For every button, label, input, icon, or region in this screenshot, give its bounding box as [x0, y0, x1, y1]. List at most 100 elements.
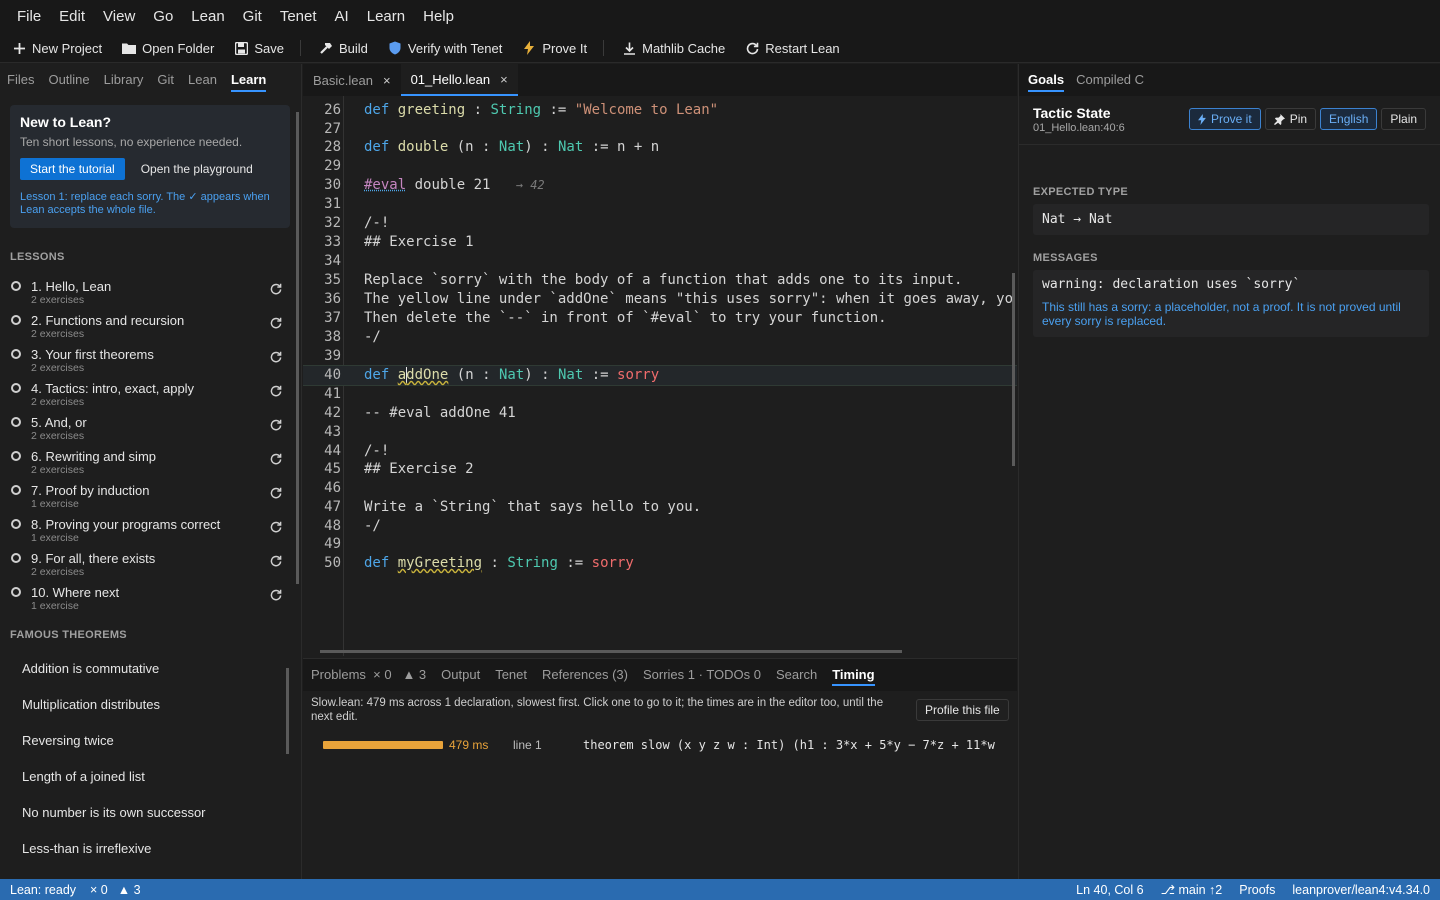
menu-git[interactable]: Git	[234, 0, 271, 34]
lesson-title: 3. Your first theorems	[31, 347, 154, 362]
tab-compiled-c[interactable]: Compiled C	[1076, 64, 1144, 96]
lesson-status-icon	[11, 451, 21, 461]
famous-theorem-item[interactable]: Multiplication distributes	[22, 697, 160, 712]
restart-lean-button[interactable]: Restart Lean	[745, 41, 840, 56]
code-line: 31	[303, 195, 1017, 214]
menu-tenet[interactable]: Tenet	[271, 0, 326, 34]
sidebar-scrollbar[interactable]	[296, 112, 299, 584]
timing-row[interactable]: 479 ms line 1 theorem slow (x y z w : In…	[323, 735, 1013, 755]
pin-button[interactable]: Pin	[1264, 108, 1317, 130]
lesson-item[interactable]: 6. Rewriting and simp 2 exercises	[0, 445, 296, 479]
verify-with-tenet-button[interactable]: Verify with Tenet	[388, 41, 502, 56]
menu-ai[interactable]: AI	[326, 0, 358, 34]
reset-icon[interactable]	[270, 385, 284, 399]
editor-tab-basic[interactable]: Basic.lean ×	[303, 64, 401, 96]
save-button[interactable]: Save	[234, 41, 284, 56]
menu-edit[interactable]: Edit	[50, 0, 94, 34]
reset-icon[interactable]	[270, 419, 284, 433]
tab-references[interactable]: References (3)	[542, 659, 628, 691]
menu-file[interactable]: File	[8, 0, 50, 34]
sidebar: Files Outline Library Git Lean Learn New…	[0, 64, 302, 879]
famous-theorem-item[interactable]: Length of a joined list	[22, 769, 145, 784]
cursor-position[interactable]: Ln 40, Col 6	[1076, 883, 1143, 897]
famous-theorem-item[interactable]: Less-than is irreflexive	[22, 841, 151, 856]
tab-git[interactable]: Git	[157, 64, 174, 96]
build-button[interactable]: Build	[319, 41, 368, 56]
menu-learn[interactable]: Learn	[358, 0, 414, 34]
editor-vertical-scrollbar[interactable]	[1012, 273, 1015, 466]
editor-tab-hello[interactable]: 01_Hello.lean ×	[400, 64, 518, 96]
lesson-item[interactable]: 5. And, or 2 exercises	[0, 411, 296, 445]
famous-theorem-item[interactable]: No number is its own successor	[22, 805, 206, 820]
git-branch[interactable]: ⎇ main ↑2	[1161, 882, 1223, 897]
menu-help[interactable]: Help	[414, 0, 463, 34]
reset-icon[interactable]	[270, 487, 284, 501]
menu-lean[interactable]: Lean	[182, 0, 233, 34]
line-number: 39	[324, 348, 341, 364]
messages-header: MESSAGES	[1033, 252, 1098, 264]
famous-theorem-item[interactable]: Reversing twice	[22, 733, 114, 748]
reset-icon[interactable]	[270, 283, 284, 297]
lesson-item[interactable]: 1. Hello, Lean 2 exercises	[0, 275, 296, 309]
tab-learn[interactable]: Learn	[230, 64, 267, 96]
reset-icon[interactable]	[270, 317, 284, 331]
lesson-item[interactable]: 4. Tactics: intro, exact, apply 2 exercis…	[0, 377, 296, 411]
prove-it-goal-button[interactable]: Prove it	[1189, 108, 1261, 130]
reset-icon[interactable]	[270, 555, 284, 569]
close-icon[interactable]: ×	[500, 72, 508, 87]
editor-horizontal-scrollbar[interactable]	[320, 650, 902, 653]
error-count[interactable]: × 0	[90, 883, 108, 897]
tab-search[interactable]: Search	[776, 659, 817, 691]
reset-icon[interactable]	[270, 589, 284, 603]
famous-scrollbar[interactable]	[286, 668, 289, 754]
code-line: 30 #eval double 21 → 42	[303, 176, 1017, 195]
code-line: 46	[303, 479, 1017, 498]
profile-file-button[interactable]: Profile this file	[916, 699, 1009, 721]
menu-go[interactable]: Go	[144, 0, 182, 34]
proofs-status[interactable]: Proofs	[1239, 883, 1275, 897]
reset-icon[interactable]	[270, 521, 284, 535]
open-folder-button[interactable]: Open Folder	[122, 41, 214, 56]
prove-it-button[interactable]: Prove It	[522, 41, 587, 56]
start-tutorial-button[interactable]: Start the tutorial	[20, 158, 125, 180]
new-project-button[interactable]: New Project	[12, 41, 102, 56]
line-number: 47	[324, 499, 341, 515]
code-editor[interactable]: 26 def greeting : String := "Welcome to L…	[303, 96, 1017, 656]
lesson-item[interactable]: 9. For all, there exists 2 exercises	[0, 547, 296, 581]
tab-library[interactable]: Library	[104, 64, 144, 96]
close-icon[interactable]: ×	[383, 73, 391, 88]
mathlib-cache-button[interactable]: Mathlib Cache	[622, 41, 725, 56]
tab-goals[interactable]: Goals	[1028, 64, 1065, 96]
lesson-item[interactable]: 7. Proof by induction 1 exercise	[0, 479, 296, 513]
open-folder-label: Open Folder	[142, 40, 215, 56]
tab-outline[interactable]: Outline	[48, 64, 89, 96]
lesson-item[interactable]: 8. Proving your programs correct 1 exerci…	[0, 513, 296, 547]
plain-toggle[interactable]: Plain	[1381, 108, 1427, 130]
hammer-icon	[319, 41, 333, 55]
lesson-item[interactable]: 3. Your first theorems 2 exercises	[0, 343, 296, 377]
tab-files[interactable]: Files	[7, 64, 34, 96]
reset-icon[interactable]	[270, 351, 284, 365]
english-toggle[interactable]: English	[1320, 108, 1378, 130]
comment: -/	[364, 518, 381, 534]
menu-view[interactable]: View	[94, 0, 144, 34]
lesson-item[interactable]: 2. Functions and recursion 2 exercises	[0, 309, 296, 343]
open-playground-button[interactable]: Open the playground	[131, 158, 263, 180]
lesson-subtitle: 2 exercises	[31, 328, 85, 340]
comment: Then delete the `--` in front of `#eval`…	[364, 310, 887, 326]
famous-theorem-item[interactable]: Addition is commutative	[22, 661, 159, 676]
tab-sorries[interactable]: Sorries 1 · TODOs 0	[643, 659, 761, 691]
tab-lean[interactable]: Lean	[188, 64, 217, 96]
lesson-item[interactable]: 10. Where next 1 exercise	[0, 581, 296, 615]
tab-timing[interactable]: Timing	[832, 659, 875, 691]
tab-tenet[interactable]: Tenet	[495, 659, 527, 691]
tab-label: Problems	[311, 667, 366, 682]
tab-problems[interactable]: Problems × 0 ▲ 3	[311, 659, 426, 691]
toolbar-divider	[299, 40, 301, 56]
tab-output[interactable]: Output	[441, 659, 480, 691]
warning-count[interactable]: ▲ 3	[118, 883, 141, 897]
toolchain-version[interactable]: leanprover/lean4:v4.34.0	[1292, 883, 1430, 897]
line-number: 49	[324, 536, 341, 552]
lean-status[interactable]: Lean: ready	[10, 883, 76, 897]
reset-icon[interactable]	[270, 453, 284, 467]
